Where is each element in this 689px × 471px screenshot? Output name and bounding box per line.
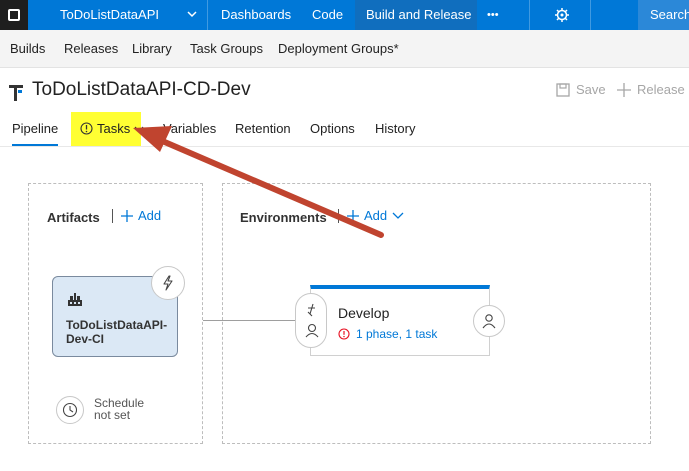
vsts-logo-icon[interactable] [0, 0, 28, 30]
nav-code[interactable]: Code [312, 0, 343, 30]
subnav-deployment-groups[interactable]: Deployment Groups* [278, 30, 399, 68]
save-button[interactable]: Save [556, 82, 606, 97]
environment-status-link[interactable]: 1 phase, 1 task [338, 327, 437, 341]
heading-separator [112, 209, 113, 223]
tab-variables[interactable]: Variables [163, 121, 216, 136]
tab-pipeline[interactable]: Pipeline [12, 121, 58, 136]
plus-icon [617, 82, 631, 97]
release-label: Release [637, 82, 685, 97]
environment-status-text: 1 phase, 1 task [356, 327, 438, 341]
warning-icon [80, 122, 93, 135]
page-title: ToDoListDataAPI-CD-Dev [32, 79, 251, 100]
subnav-releases[interactable]: Releases [64, 30, 118, 68]
plus-icon [347, 209, 359, 222]
subnav-builds[interactable]: Builds [10, 30, 45, 68]
artifact-name: ToDoListDataAPI-Dev-CI [66, 318, 168, 346]
tab-options[interactable]: Options [310, 121, 355, 136]
search-box[interactable]: Search [638, 0, 689, 30]
nav-build-and-release[interactable]: Build and Release [366, 0, 472, 30]
top-navigation-bar: ToDoListDataAPI Dashboards Code Build an… [0, 0, 689, 30]
release-button[interactable]: Release [617, 82, 685, 97]
add-artifact-button[interactable]: Add [121, 208, 161, 223]
add-artifact-label: Add [138, 208, 162, 223]
settings-gear-icon[interactable] [555, 0, 569, 30]
continuous-deployment-trigger-lightning-icon[interactable] [151, 266, 185, 300]
tab-tasks[interactable]: Tasks [80, 121, 144, 136]
plus-icon [121, 209, 133, 222]
environments-heading: Environments [240, 210, 327, 225]
schedule-clock-icon[interactable] [56, 396, 84, 424]
topbar-divider [590, 0, 591, 30]
pre-deployment-conditions[interactable] [295, 293, 327, 348]
warning-icon [338, 328, 350, 340]
trigger-lightning-icon [307, 303, 315, 317]
nav-dashboards[interactable]: Dashboards [221, 0, 291, 30]
subnav-task-groups[interactable]: Task Groups [190, 30, 263, 68]
save-icon [556, 82, 570, 97]
project-chevron-down-icon[interactable] [186, 0, 198, 30]
chevron-down-icon [134, 126, 144, 132]
save-label: Save [576, 82, 606, 97]
sub-navigation: Builds Releases Library Task Groups Depl… [0, 30, 689, 68]
add-environment-button[interactable]: Add [347, 208, 404, 223]
subnav-library[interactable]: Library [132, 30, 172, 68]
environment-card-develop[interactable] [310, 285, 490, 356]
environment-name: Develop [338, 305, 390, 321]
topbar-divider [207, 0, 208, 30]
build-icon [67, 291, 83, 310]
tab-retention[interactable]: Retention [235, 121, 291, 136]
approver-user-icon [307, 323, 317, 333]
tab-tasks-label: Tasks [97, 121, 131, 136]
post-deployment-approver-user-icon[interactable] [473, 305, 505, 337]
chevron-down-icon [392, 212, 404, 219]
release-definition-icon [9, 85, 23, 101]
topbar-divider [529, 0, 530, 30]
search-label: Search [650, 7, 689, 22]
artifacts-heading: Artifacts [47, 210, 100, 225]
more-icon[interactable]: ••• [487, 0, 499, 30]
tab-history[interactable]: History [375, 121, 415, 136]
heading-separator [338, 209, 339, 223]
project-name[interactable]: ToDoListDataAPI [60, 0, 159, 30]
add-environment-label: Add [364, 208, 388, 223]
schedule-status[interactable]: Schedule not set [94, 397, 154, 421]
tabs-divider [0, 146, 689, 147]
